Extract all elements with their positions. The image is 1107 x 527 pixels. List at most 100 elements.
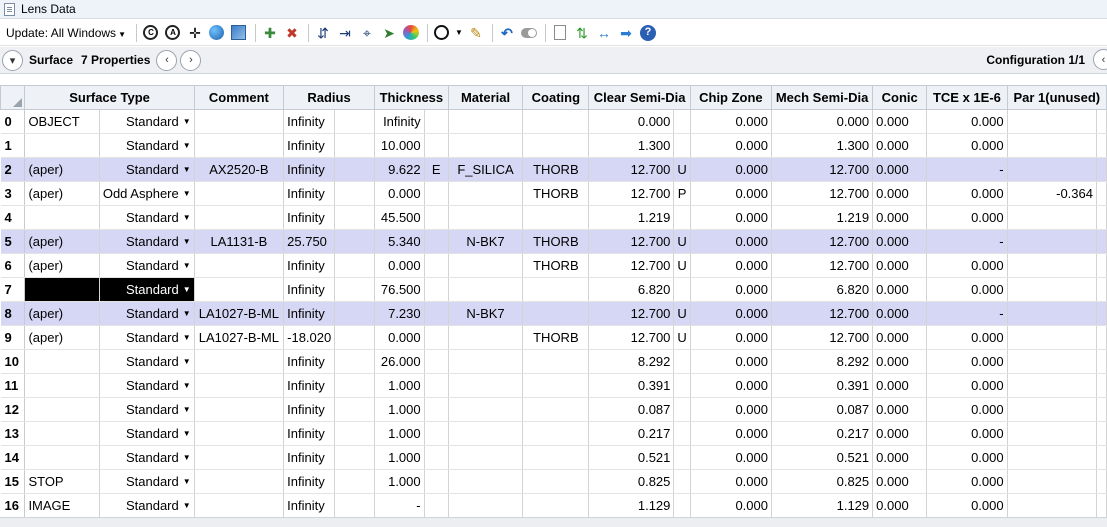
palette-icon[interactable] [401, 23, 421, 43]
material-cell[interactable] [448, 133, 524, 158]
radius-cell[interactable]: Infinity [283, 181, 336, 206]
chip-zone-cell[interactable]: 0.000 [690, 301, 772, 326]
clear-semi-dia-cell[interactable]: 1.219 [588, 205, 675, 230]
surface-number-cell[interactable]: 5 [0, 229, 26, 254]
chevron-down-icon[interactable]: ▼ [183, 333, 191, 342]
thickness-solve-cell[interactable] [424, 493, 449, 517]
thickness-solve-cell[interactable] [424, 229, 449, 254]
material-cell[interactable] [448, 397, 524, 422]
comment-cell[interactable] [194, 109, 285, 134]
swap-icon[interactable]: ⇅ [572, 23, 592, 43]
pickup-icon[interactable]: ⇵ [313, 23, 333, 43]
coating-cell[interactable] [522, 301, 590, 326]
par1-solve-cell[interactable] [1096, 157, 1107, 182]
thickness-solve-cell[interactable] [424, 349, 449, 374]
clear-solve-cell[interactable] [673, 397, 691, 422]
material-cell[interactable] [448, 493, 524, 517]
material-cell[interactable] [448, 109, 524, 134]
surface-number-cell[interactable]: 10 [0, 349, 26, 374]
clear-solve-cell[interactable] [673, 205, 691, 230]
radius-cell[interactable]: Infinity [283, 133, 336, 158]
chevron-down-icon[interactable]: ▼ [183, 165, 191, 174]
surface-type-cell[interactable]: Standard ▼ [99, 133, 195, 158]
prev-config-button[interactable]: ‹ [1093, 49, 1107, 70]
table-row[interactable]: 14 Standard ▼ Infinity 1.000 0.521 0.000 0.521 0… [0, 445, 1107, 470]
conic-cell[interactable]: 0.000 [872, 109, 928, 134]
par1-cell[interactable] [1007, 157, 1098, 182]
tce-cell[interactable]: - [926, 301, 1008, 326]
radius-solve-cell[interactable] [334, 229, 375, 254]
radius-solve-cell[interactable] [334, 181, 375, 206]
thickness-solve-cell[interactable] [424, 133, 449, 158]
par1-solve-cell[interactable] [1096, 397, 1107, 422]
radius-cell[interactable]: Infinity [283, 445, 336, 470]
conic-cell[interactable]: 0.000 [872, 205, 928, 230]
comment-cell[interactable] [194, 493, 285, 517]
chevron-down-icon[interactable]: ▼ [183, 477, 191, 486]
surface-type-cell[interactable]: Standard ▼ [99, 205, 195, 230]
chevron-down-icon[interactable]: ▼ [183, 213, 191, 222]
table-row[interactable]: 9 (aper) Standard ▼ LA1027-B-ML -18.020 0.000 T… [0, 325, 1107, 350]
surface-name-cell[interactable]: (aper) [24, 253, 100, 278]
mech-semi-dia-cell[interactable]: 0.521 [771, 445, 874, 470]
coating-cell[interactable] [522, 445, 590, 470]
chip-zone-cell[interactable]: 0.000 [690, 469, 772, 494]
clear-semi-dia-cell[interactable]: 0.087 [588, 397, 675, 422]
par1-cell[interactable]: -0.364 [1007, 181, 1098, 206]
mech-semi-dia-cell[interactable]: 1.300 [771, 133, 874, 158]
par1-solve-cell[interactable] [1096, 205, 1107, 230]
mech-semi-dia-cell[interactable]: 0.000 [771, 109, 874, 134]
mech-semi-dia-cell[interactable]: 12.700 [771, 325, 874, 350]
par1-solve-cell[interactable] [1096, 493, 1107, 517]
thickness-cell[interactable]: 9.622 [374, 157, 425, 182]
chip-zone-cell[interactable]: 0.000 [690, 421, 772, 446]
clear-semi-dia-cell[interactable]: 1.129 [588, 493, 675, 517]
par1-solve-cell[interactable] [1096, 445, 1107, 470]
col-clear-semi-dia[interactable]: Clear Semi-Dia [588, 85, 691, 110]
undo-icon[interactable]: ↶ [497, 23, 517, 43]
radius-cell[interactable]: Infinity [283, 157, 336, 182]
comment-cell[interactable] [194, 253, 285, 278]
par1-cell[interactable] [1007, 397, 1098, 422]
thickness-cell[interactable]: 1.000 [374, 469, 425, 494]
tce-cell[interactable]: 0.000 [926, 373, 1008, 398]
thickness-cell[interactable]: 10.000 [374, 133, 425, 158]
arrow-right-icon[interactable]: ➡ [616, 23, 636, 43]
surface-type-cell[interactable]: Standard ▼ [99, 301, 195, 326]
mech-semi-dia-cell[interactable]: 6.820 [771, 277, 874, 302]
insert-surface-icon[interactable]: ✚ [260, 23, 280, 43]
surface-type-cell[interactable]: Standard ▼ [99, 349, 195, 374]
chevron-down-icon[interactable]: ▼ [183, 237, 191, 246]
clear-solve-cell[interactable] [673, 109, 691, 134]
comment-cell[interactable] [194, 445, 285, 470]
thickness-cell[interactable]: 26.000 [374, 349, 425, 374]
radius-solve-cell[interactable] [334, 301, 375, 326]
surface-name-cell[interactable]: STOP [24, 469, 100, 494]
tce-cell[interactable]: 0.000 [926, 181, 1008, 206]
table-row[interactable]: 7 Standard ▼ Infinity 76.500 6.820 0.000 6.820 0… [0, 277, 1107, 302]
chip-zone-cell[interactable]: 0.000 [690, 181, 772, 206]
radius-solve-cell[interactable] [334, 493, 375, 517]
chip-zone-cell[interactable]: 0.000 [690, 277, 772, 302]
comment-cell[interactable] [194, 469, 285, 494]
surface-type-cell[interactable]: Standard ▼ [99, 253, 195, 278]
surface-type-cell[interactable]: Standard ▼ [99, 397, 195, 422]
tce-cell[interactable]: 0.000 [926, 109, 1008, 134]
thickness-cell[interactable]: - [374, 493, 425, 517]
surface-name-cell[interactable]: IMAGE [24, 493, 100, 517]
tile-icon[interactable] [229, 23, 249, 43]
radius-solve-cell[interactable] [334, 109, 375, 134]
material-cell[interactable] [448, 277, 524, 302]
table-row[interactable]: 6 (aper) Standard ▼ Infinity 0.000 THORB 12.700… [0, 253, 1107, 278]
par1-solve-cell[interactable] [1096, 253, 1107, 278]
conic-cell[interactable]: 0.000 [872, 397, 928, 422]
col-par1[interactable]: Par 1(unused) [1006, 85, 1107, 110]
clear-semi-dia-cell[interactable]: 8.292 [588, 349, 675, 374]
thickness-solve-cell[interactable] [424, 397, 449, 422]
mech-semi-dia-cell[interactable]: 0.217 [771, 421, 874, 446]
coating-cell[interactable]: THORB [522, 253, 590, 278]
surface-type-cell[interactable]: Standard ▼ [99, 421, 195, 446]
mech-semi-dia-cell[interactable]: 0.391 [771, 373, 874, 398]
comment-cell[interactable] [194, 397, 285, 422]
surface-type-cell[interactable]: Odd Asphere ▼ [99, 181, 195, 206]
